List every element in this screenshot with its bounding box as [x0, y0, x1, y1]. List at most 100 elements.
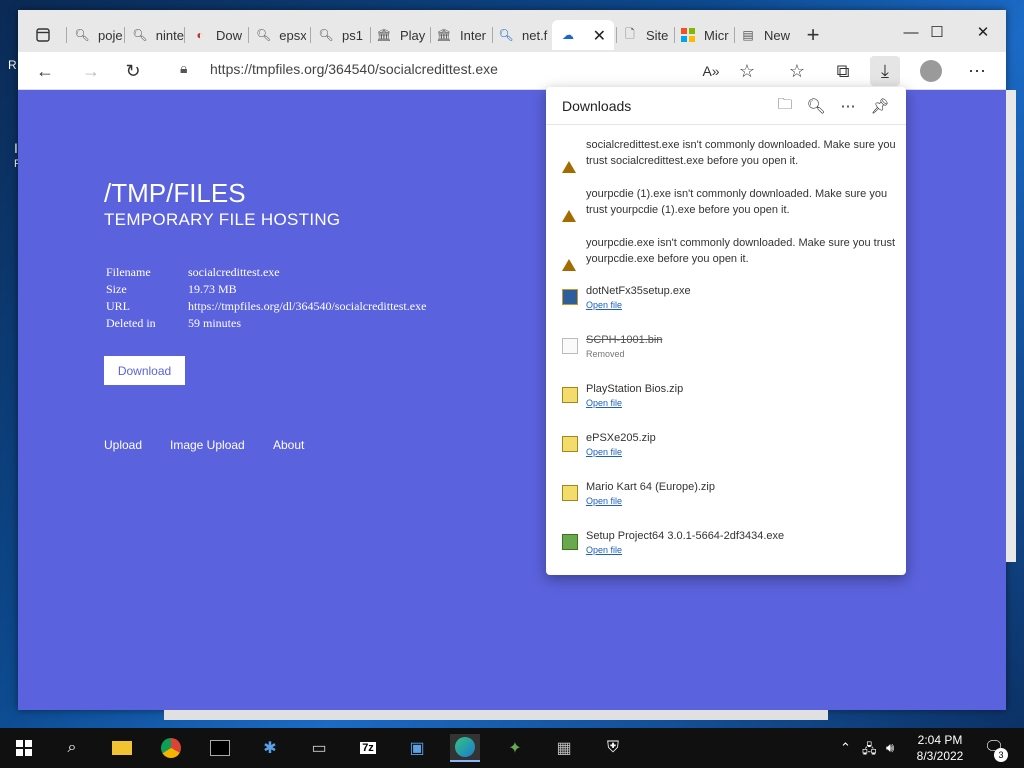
7zip-button[interactable]: 7z — [353, 734, 383, 762]
download-item[interactable]: PlayStation Bios.zip Open file — [546, 381, 906, 415]
app-icon: ✱ — [263, 740, 277, 757]
open-folder-button[interactable]: 🗀 — [774, 95, 796, 117]
download-warning-item[interactable]: yourpcdie (1).exe isn't commonly downloa… — [546, 186, 906, 222]
close-window-button[interactable]: ✕ — [960, 18, 1006, 46]
chrome-icon — [161, 738, 181, 758]
volume-icon[interactable]: 🔊︎ — [886, 740, 894, 756]
warning-icon — [562, 242, 578, 271]
app-button[interactable]: ▣ — [402, 734, 432, 762]
downloads-button[interactable]: ⤓ — [870, 56, 900, 86]
collections-button[interactable]: ⧉ — [828, 56, 858, 86]
more-menu-button[interactable]: ⋯ — [962, 56, 992, 86]
tab-active[interactable]: ☁ ✕ — [552, 20, 614, 50]
page-title: /TMP/FILES — [104, 178, 246, 208]
tab-actions-button[interactable] — [28, 20, 58, 50]
tab-10[interactable]: 🗋 Site — [616, 20, 672, 50]
open-file-link[interactable]: Open file — [586, 398, 622, 408]
image-upload-link[interactable]: Image Upload — [170, 438, 245, 452]
maximize-icon: ☐ — [930, 24, 944, 41]
blank-file-icon — [562, 338, 578, 354]
horizontal-scrollbar[interactable] — [164, 710, 828, 720]
file-name: ePSXe205.zip — [586, 432, 656, 444]
back-button[interactable]: ← — [30, 56, 60, 86]
search-button[interactable]: ⌕ — [57, 734, 87, 762]
more-options-button[interactable]: ⋯ — [837, 95, 859, 117]
app-button[interactable]: ▦ — [549, 734, 579, 762]
tab-6[interactable]: 🏛︎ Play — [370, 20, 430, 50]
pin-button[interactable]: 📌︎ — [869, 95, 891, 117]
new-tab-button[interactable]: + — [798, 20, 828, 50]
search-icon: 🔍︎ — [132, 28, 148, 42]
table-row: URL https://tmpfiles.org/dl/364540/social… — [106, 298, 426, 315]
security-button[interactable]: ⛨ — [598, 734, 628, 762]
shield-icon: ⛨ — [606, 739, 619, 756]
tab-4[interactable]: 🔍︎ epsx — [248, 20, 306, 50]
network-icon[interactable]: 🖧 — [862, 740, 877, 762]
tab-7[interactable]: 🏛︎ Inter — [430, 20, 490, 50]
download-icon: ⤓ — [881, 60, 889, 81]
terminal-button[interactable] — [205, 734, 235, 762]
tab-5[interactable]: 🔍︎ ps1 — [310, 20, 368, 50]
app-button[interactable]: ✱ — [255, 734, 285, 762]
edge-button[interactable] — [450, 734, 480, 762]
notification-badge: 3 — [994, 748, 1008, 762]
download-item[interactable]: Setup Project64 3.0.1-5664-2df3434.exe O… — [546, 528, 906, 562]
open-file-link[interactable]: Open file — [586, 545, 622, 555]
7zip-icon: 7z — [360, 742, 376, 754]
clock[interactable]: 2:04 PM 8/3/2022 — [905, 732, 975, 764]
download-button[interactable]: Download — [104, 356, 185, 385]
read-aloud-button[interactable]: A» — [696, 56, 726, 86]
search-downloads-button[interactable]: 🔍︎ — [805, 95, 827, 117]
favorites-button[interactable]: ☆ — [782, 56, 812, 86]
open-file-link[interactable]: Open file — [586, 496, 622, 506]
more-icon: ⋯ — [968, 60, 986, 81]
vertical-scrollbar[interactable] — [1006, 90, 1016, 562]
zip-icon — [562, 485, 578, 501]
zip-icon — [562, 387, 578, 403]
upload-link[interactable]: Upload — [104, 438, 142, 452]
desktop-icon-label[interactable]: R — [8, 58, 17, 72]
open-file-link[interactable]: Open file — [586, 447, 622, 457]
tab-3[interactable]: ◐ Dow — [184, 20, 242, 50]
refresh-button[interactable]: ↻ — [118, 56, 148, 86]
download-item[interactable]: dotNetFx35setup.exe Open file — [546, 283, 906, 317]
taskbar: ⌕ ✱ ▭ 7z ▣ ✦ ▦ ⛨ ⌃ 🖧 🔊︎ 2:04 PM 8/3/2022… — [0, 728, 1024, 768]
chrome-button[interactable] — [156, 734, 186, 762]
download-warning-item[interactable]: socialcredittest.exe isn't commonly down… — [546, 137, 906, 173]
add-favorite-button[interactable]: ☆ — [732, 56, 762, 86]
file-explorer-button[interactable] — [107, 734, 137, 762]
profile-button[interactable] — [916, 56, 946, 86]
open-file-link[interactable]: Open file — [586, 300, 622, 310]
download-item[interactable]: Mario Kart 64 (Europe).zip Open file — [546, 479, 906, 513]
more-icon: ⋯ — [840, 98, 856, 115]
tab-11[interactable]: Micr — [674, 20, 732, 50]
page-subtitle: TEMPORARY FILE HOSTING — [104, 210, 341, 229]
maximize-button[interactable]: ☐ — [914, 18, 960, 46]
app-button[interactable]: ▭ — [304, 734, 334, 762]
edge-icon — [455, 737, 475, 757]
tab-2[interactable]: 🔍︎ ninte — [124, 20, 184, 50]
start-button[interactable] — [9, 734, 39, 762]
clock-time: 2:04 PM — [917, 733, 963, 747]
cloud-icon: ☁ — [562, 28, 574, 42]
warning-text: yourpcdie.exe isn't commonly downloaded.… — [586, 237, 896, 265]
lock-icon[interactable]: 🔒︎ — [180, 60, 187, 77]
download-item[interactable]: ePSXe205.zip Open file — [546, 430, 906, 464]
tab-12[interactable]: ▤ New — [734, 20, 792, 50]
info-key: Deleted in — [106, 316, 156, 330]
search-icon: 🔍︎ — [806, 98, 826, 115]
about-link[interactable]: About — [273, 438, 304, 452]
file-name: dotNetFx35setup.exe — [586, 285, 691, 297]
close-tab-icon[interactable]: ✕ — [593, 26, 606, 46]
chevron-up-icon[interactable]: ⌃ — [840, 740, 851, 756]
warning-text: socialcredittest.exe isn't commonly down… — [586, 139, 896, 167]
forward-button[interactable]: → — [76, 56, 106, 86]
project64-button[interactable]: ✦ — [500, 734, 530, 762]
tab-1[interactable]: 🔍︎ poje — [66, 20, 124, 50]
tab-8[interactable]: 🔍︎ net.f — [492, 20, 550, 50]
table-row: Size 19.73 MB — [106, 281, 426, 298]
download-item-removed[interactable]: SCPH-1001.bin Removed — [546, 332, 906, 366]
info-key: Filename — [106, 265, 151, 279]
download-warning-item[interactable]: yourpcdie.exe isn't commonly downloaded.… — [546, 235, 906, 271]
address-bar[interactable]: https://tmpfiles.org/364540/socialcredit… — [210, 61, 498, 77]
